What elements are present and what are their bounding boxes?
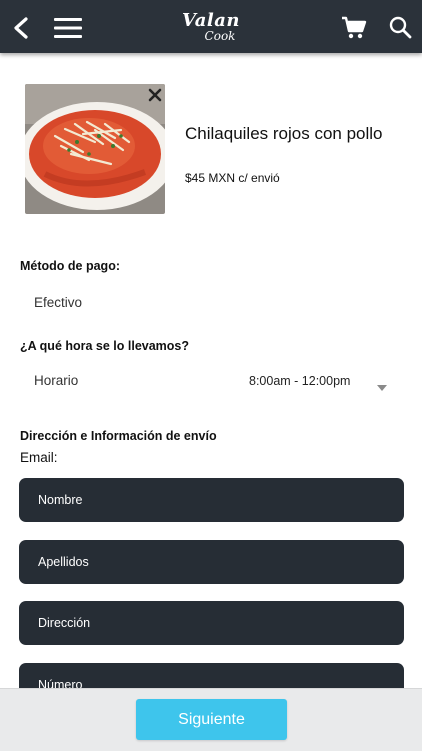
email-label: Email: (20, 450, 58, 465)
schedule-field-label: Horario (34, 373, 79, 388)
product-name: Chilaquiles rojos con pollo (185, 124, 383, 143)
product-price: $45 MXN c/ envió (185, 171, 280, 185)
payment-method-label: Método de pago: (20, 259, 120, 273)
cart-icon[interactable] (340, 15, 368, 41)
product-image (25, 84, 165, 214)
next-button[interactable]: Siguiente (136, 699, 287, 740)
back-arrow-icon[interactable] (8, 14, 36, 42)
search-icon[interactable] (386, 13, 414, 41)
address-field[interactable]: Dirección (19, 601, 404, 645)
logo-text-main: Valan (181, 9, 241, 31)
first-name-field[interactable]: Nombre (19, 478, 404, 522)
schedule-select[interactable]: 8:00am - 12:00pm (249, 374, 350, 388)
last-name-field[interactable]: Apellidos (19, 540, 404, 584)
payment-method-value[interactable]: Efectivo (34, 295, 82, 310)
top-navigation-bar: Valan Cook (0, 0, 422, 53)
chevron-down-icon[interactable] (377, 378, 387, 391)
app-logo: Valan Cook (178, 6, 244, 48)
hamburger-menu-icon[interactable] (52, 14, 84, 42)
close-icon[interactable] (146, 86, 164, 104)
shipping-info-label: Dirección e Información de envío (20, 429, 217, 443)
delivery-time-label: ¿A qué hora se lo llevamos? (20, 339, 190, 353)
bottom-action-bar: Siguiente (0, 688, 422, 751)
logo-text-sub: Cook (204, 28, 236, 43)
